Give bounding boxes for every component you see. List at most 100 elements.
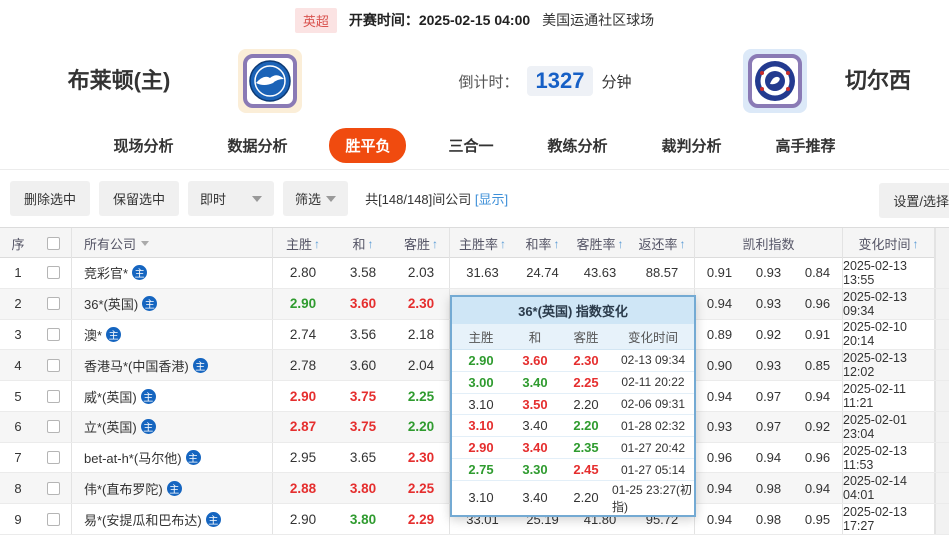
company-cell[interactable]: 澳*主 [72,320,273,350]
tab-6[interactable]: 裁判分析 [650,128,734,163]
header-select-all[interactable] [36,228,72,259]
header-home-rate-label: 主胜率 [459,234,498,253]
odds-draw[interactable]: 3.60 [333,289,393,319]
header-change-time[interactable]: 变化时间↑ [843,228,935,259]
tab-1[interactable]: 现场分析 [101,128,185,163]
filter-dropdown[interactable]: 筛选 [283,181,348,216]
header-return-rate[interactable]: 返还率↑ [630,228,695,259]
odds-draw[interactable]: 3.75 [333,412,393,442]
odds-away[interactable]: 2.25 [393,473,450,503]
company-cell[interactable]: 香港马*(中国香港)主 [72,350,273,380]
popup-header-draw: 和 [510,324,560,349]
odds-home[interactable]: 2.87 [273,412,333,442]
row-checkbox[interactable] [47,297,60,310]
countdown-label: 倒计时： [459,71,519,92]
popup-change-time: 01-25 23:27(初指) [612,481,694,515]
odds-away[interactable]: 2.29 [393,504,450,534]
sort-up-icon: ↑ [368,237,374,251]
keep-selected-button[interactable]: 保留选中 [99,181,179,216]
odds-away[interactable]: 2.30 [393,289,450,319]
row-checkbox[interactable] [47,328,60,341]
row-checkbox-cell[interactable] [36,289,72,319]
popup-row: 3.103.402.2001-25 23:27(初指) [452,481,694,515]
company-cell[interactable]: 威*(英国)主 [72,381,273,411]
popup-odds-draw: 3.60 [510,350,560,371]
row-checkbox[interactable] [47,482,60,495]
odds-draw[interactable]: 3.65 [333,443,393,473]
row-checkbox[interactable] [47,390,60,403]
kelly-value-1: 0.91 [695,265,744,280]
row-checkbox[interactable] [47,420,60,433]
company-cell[interactable]: 立*(英国)主 [72,412,273,442]
odds-away[interactable]: 2.30 [393,443,450,473]
header-away-win[interactable]: 客胜↑ [393,228,450,259]
tab-4[interactable]: 三合一 [436,128,505,163]
delete-selected-button[interactable]: 删除选中 [10,181,90,216]
time-mode-select[interactable]: 即时 [188,181,274,216]
row-checkbox[interactable] [47,513,60,526]
row-checkbox-cell[interactable] [36,443,72,473]
settings-select-button[interactable]: 设置/选择 [879,183,949,218]
row-checkbox-cell[interactable] [36,381,72,411]
odds-home[interactable]: 2.74 [273,320,333,350]
row-checkbox-cell[interactable] [36,473,72,503]
odds-home[interactable]: 2.78 [273,350,333,380]
row-checkbox-cell[interactable] [36,504,72,534]
row-checkbox[interactable] [47,451,60,464]
tab-5[interactable]: 教练分析 [536,128,620,163]
header-draw[interactable]: 和↑ [333,228,393,259]
home-odds-icon: 主 [106,327,121,342]
row-checkbox-cell[interactable] [36,320,72,350]
odds-home[interactable]: 2.90 [273,289,333,319]
row-checkbox-cell[interactable] [36,258,72,288]
company-cell[interactable]: 36*(英国)主 [72,289,273,319]
odds-home[interactable]: 2.80 [273,258,333,288]
header-home-rate[interactable]: 主胜率↑ [450,228,515,259]
header-away-rate[interactable]: 客胜率↑ [570,228,630,259]
change-time: 2025-02-13 09:34 [843,289,935,319]
row-checkbox-cell[interactable] [36,350,72,380]
odds-away[interactable]: 2.18 [393,320,450,350]
company-cell[interactable]: 伟*(直布罗陀)主 [72,473,273,503]
tab-2[interactable]: 数据分析 [215,128,299,163]
odds-away[interactable]: 2.04 [393,350,450,380]
company-cell[interactable]: 竞彩官*主 [72,258,273,288]
odds-draw[interactable]: 3.80 [333,473,393,503]
kelly-value-3: 0.84 [793,265,842,280]
row-checkbox[interactable] [47,266,60,279]
seq-cell: 5 [0,381,36,411]
odds-away[interactable]: 2.03 [393,258,450,288]
popup-odds-draw: 3.40 [510,415,560,436]
odds-draw[interactable]: 3.58 [333,258,393,288]
popup-row: 3.103.502.2002-06 09:31 [452,394,694,416]
company-cell[interactable]: bet-at-h*(马尔他)主 [72,443,273,473]
odds-draw[interactable]: 3.80 [333,504,393,534]
tab-7[interactable]: 高手推荐 [764,128,848,163]
header-company[interactable]: 所有公司 [72,228,273,259]
clipped-next-column [935,350,949,380]
odds-draw[interactable]: 3.56 [333,320,393,350]
kickoff-label: 开赛时间： [349,12,419,28]
odds-home[interactable]: 2.90 [273,381,333,411]
show-link[interactable]: [显示] [475,192,508,207]
clipped-next-column [935,289,949,319]
row-checkbox[interactable] [47,359,60,372]
company-cell[interactable]: 易*(安提瓜和巴布达)主 [72,504,273,534]
header-home-win[interactable]: 主胜↑ [273,228,333,259]
kelly-value-3: 0.85 [793,358,842,373]
row-checkbox-cell[interactable] [36,412,72,442]
odds-home[interactable]: 2.95 [273,443,333,473]
away-rate: 43.63 [570,258,630,288]
select-all-checkbox[interactable] [47,237,60,250]
odds-draw[interactable]: 3.75 [333,381,393,411]
odds-away[interactable]: 2.25 [393,381,450,411]
odds-draw[interactable]: 3.60 [333,350,393,380]
odds-home[interactable]: 2.90 [273,504,333,534]
clipped-next-column [935,381,949,411]
kelly-value-3: 0.91 [793,327,842,342]
popup-odds-draw: 3.30 [510,459,560,480]
header-draw-rate[interactable]: 和率↑ [515,228,570,259]
odds-away[interactable]: 2.20 [393,412,450,442]
odds-home[interactable]: 2.88 [273,473,333,503]
tab-3[interactable]: 胜平负 [329,128,406,163]
